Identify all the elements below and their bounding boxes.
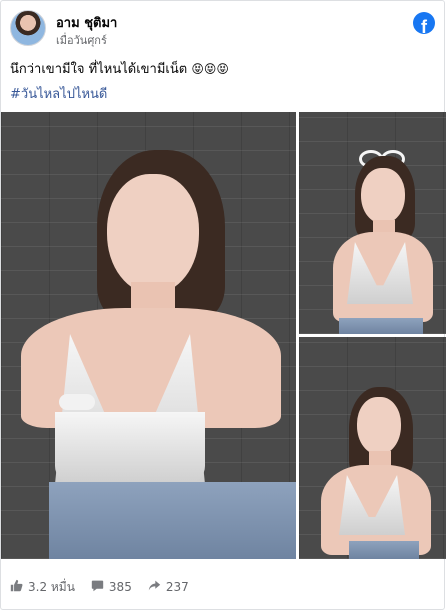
post-timestamp[interactable]: เมื่อวันศุกร์ <box>56 31 107 49</box>
post-caption: นึกว่าเขามีใจ ที่ไหนได้เขามีเน็ต 😝😝😝 <box>10 58 435 79</box>
photo-main[interactable] <box>1 112 296 559</box>
like-icon <box>10 579 23 595</box>
photo-bottom-right[interactable] <box>299 337 446 559</box>
post-header: อาม ชุติมา เมื่อวันศุกร์ f <box>10 10 435 50</box>
photo-bottom-right-figure <box>299 337 446 559</box>
photo-main-figure <box>1 112 296 559</box>
shares-count[interactable]: 237 <box>148 579 189 595</box>
photo-grid <box>1 112 446 559</box>
likes-value: 3.2 หมื่น <box>28 579 75 594</box>
post-stats: 3.2 หมื่น 385 237 <box>10 575 435 599</box>
post-card: อาม ชุติมา เมื่อวันศุกร์ f นึกว่าเขามีใจ… <box>0 0 446 610</box>
avatar[interactable] <box>10 10 46 46</box>
share-icon <box>148 579 161 595</box>
caption-text: นึกว่าเขามีใจ ที่ไหนได้เขามีเน็ต <box>10 62 188 77</box>
photo-top-right-figure <box>299 112 446 334</box>
comment-icon <box>91 579 104 595</box>
photo-top-right[interactable] <box>299 112 446 334</box>
facebook-icon: f <box>413 12 435 34</box>
likes-count[interactable]: 3.2 หมื่น <box>10 578 75 597</box>
shares-value: 237 <box>165 580 189 594</box>
comments-value: 385 <box>108 580 132 594</box>
author-name[interactable]: อาม ชุติมา <box>56 12 117 33</box>
comments-count[interactable]: 385 <box>91 579 132 595</box>
caption-emojis: 😝😝😝 <box>191 62 229 76</box>
hashtag-link[interactable]: #วันไหลไปไหนดี <box>10 83 107 104</box>
